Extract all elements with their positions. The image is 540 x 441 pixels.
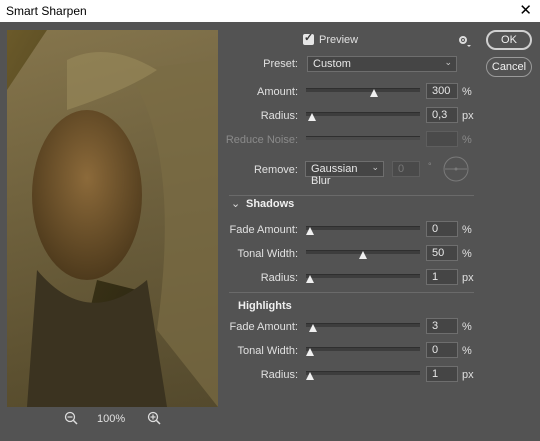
shadows-radius-thumb[interactable] xyxy=(306,275,314,283)
highlights-fade-label: Fade Amount: xyxy=(229,321,299,333)
portrait-photo xyxy=(7,30,218,407)
highlights-radius-input[interactable]: 1 xyxy=(426,366,458,382)
shadows-fade-slider[interactable] xyxy=(306,223,420,235)
shadows-tonal-unit: % xyxy=(462,248,472,260)
window-title: Smart Sharpen xyxy=(6,4,87,18)
preview-image[interactable] xyxy=(7,30,218,407)
ok-button[interactable]: OK xyxy=(486,30,532,50)
reduce-noise-label: Reduce Noise: xyxy=(225,134,298,146)
preview-label: Preview xyxy=(319,34,359,46)
shadows-heading: Shadows xyxy=(246,198,295,210)
radius-slider[interactable] xyxy=(306,109,420,121)
radius-thumb[interactable] xyxy=(308,113,317,121)
gear-icon[interactable] xyxy=(457,34,471,48)
highlights-radius-thumb[interactable] xyxy=(306,372,314,380)
chevron-down-icon: ⌄ xyxy=(444,57,452,67)
amount-thumb[interactable] xyxy=(369,89,378,97)
highlights-fade-thumb[interactable] xyxy=(309,324,318,332)
reduce-noise-slider xyxy=(306,133,420,143)
remove-value: Gaussian Blur xyxy=(311,163,358,187)
amount-unit: % xyxy=(462,86,472,98)
preset-select[interactable]: Custom ⌄ xyxy=(307,56,457,72)
divider xyxy=(229,292,474,293)
amount-input[interactable]: 300 xyxy=(426,83,458,99)
highlights-radius-unit: px xyxy=(462,369,474,381)
shadows-tonal-input[interactable]: 50 xyxy=(426,245,458,261)
highlights-fade-slider[interactable] xyxy=(306,320,420,332)
shadows-tonal-label: Tonal Width: xyxy=(237,248,298,260)
preset-value: Custom xyxy=(313,58,351,70)
preset-label: Preset: xyxy=(263,58,298,70)
chevron-down-icon: ⌄ xyxy=(371,162,379,172)
highlights-tonal-unit: % xyxy=(462,345,472,357)
highlights-radius-label: Radius: xyxy=(260,369,298,381)
shadows-radius-label: Radius: xyxy=(260,272,298,284)
shadows-radius-unit: px xyxy=(462,272,474,284)
highlights-heading: Highlights xyxy=(238,300,292,312)
cancel-button[interactable]: Cancel xyxy=(486,57,532,77)
shadows-tonal-thumb[interactable] xyxy=(359,251,367,259)
shadows-tonal-slider[interactable] xyxy=(306,247,420,259)
amount-label: Amount: xyxy=(257,86,298,98)
radius-label: Radius: xyxy=(260,110,298,122)
highlights-tonal-slider[interactable] xyxy=(306,344,420,356)
highlights-radius-slider[interactable] xyxy=(306,368,420,380)
highlights-tonal-thumb[interactable] xyxy=(306,348,314,356)
close-icon[interactable]: ✕ xyxy=(519,1,532,19)
angle-dial-icon xyxy=(442,155,470,183)
divider xyxy=(229,195,474,196)
shadows-fade-unit: % xyxy=(462,224,472,236)
radius-input[interactable]: 0,3 xyxy=(426,107,458,123)
zoom-in-icon[interactable] xyxy=(147,411,161,425)
preview-checkbox[interactable]: ✓ xyxy=(303,32,314,45)
remove-select[interactable]: Gaussian Blur ⌄ xyxy=(305,161,384,187)
shadows-radius-slider[interactable] xyxy=(306,271,420,283)
highlights-tonal-label: Tonal Width: xyxy=(237,345,298,357)
title-bar: Smart Sharpen ✕ xyxy=(0,0,540,22)
highlights-fade-input[interactable]: 3 xyxy=(426,318,458,334)
zoom-level: 100% xyxy=(97,413,126,425)
highlights-tonal-input[interactable]: 0 xyxy=(426,342,458,358)
shadows-fade-thumb[interactable] xyxy=(306,227,314,235)
shadows-radius-input[interactable]: 1 xyxy=(426,269,458,285)
highlights-fade-unit: % xyxy=(462,321,472,333)
angle-input: 0 xyxy=(392,161,420,177)
checkmark-icon: ✓ xyxy=(304,32,314,44)
amount-slider[interactable] xyxy=(306,85,420,97)
chevron-down-icon[interactable]: ⌄ xyxy=(231,197,240,210)
zoom-out-icon[interactable] xyxy=(64,411,78,425)
shadows-fade-label: Fade Amount: xyxy=(229,224,299,236)
reduce-noise-input xyxy=(426,131,458,147)
angle-unit: ° xyxy=(428,161,432,171)
radius-unit: px xyxy=(462,110,474,122)
reduce-noise-unit: % xyxy=(462,134,472,146)
shadows-fade-input[interactable]: 0 xyxy=(426,221,458,237)
remove-label: Remove: xyxy=(253,164,298,176)
